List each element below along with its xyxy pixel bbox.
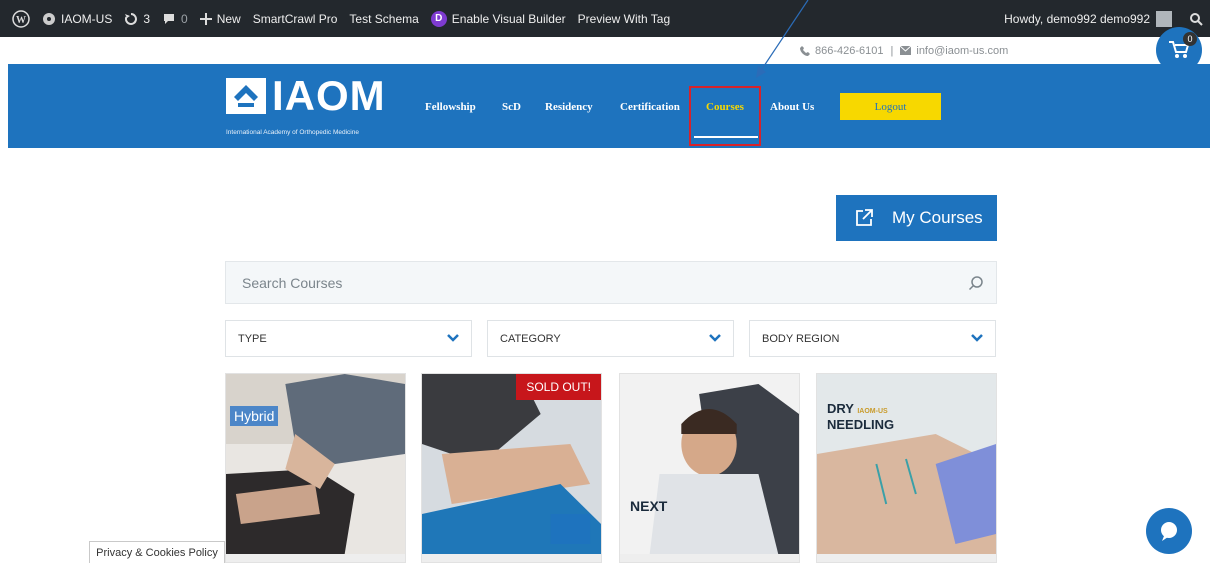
site-header: IAOM International Academy of Orthopedic… <box>8 64 1210 148</box>
body-region-filter-label: BODY REGION <box>762 332 840 345</box>
envelope-icon <box>900 46 912 55</box>
phone-number[interactable]: 866-426-6101 <box>815 45 884 57</box>
svg-text:W: W <box>16 15 26 26</box>
external-link-icon <box>856 209 873 226</box>
phone-icon <box>800 45 810 56</box>
my-courses-label: My Courses <box>892 208 983 227</box>
logout-button[interactable]: Logout <box>840 93 941 120</box>
wp-admin-bar: W IAOM-US 3 0 New SmartCrawl Pro Test Sc… <box>0 0 1210 37</box>
cart-count-badge: 0 <box>1183 32 1197 46</box>
type-filter-select[interactable]: TYPE <box>225 320 472 357</box>
course-image <box>422 374 601 554</box>
category-filter-label: CATEGORY <box>500 332 561 345</box>
sold-out-badge: SOLD OUT! <box>516 374 601 400</box>
new-label: New <box>216 11 241 26</box>
test-schema-menu[interactable]: Test Schema <box>349 0 418 37</box>
search-icon[interactable] <box>968 275 984 291</box>
comments-button[interactable]: 0 <box>162 0 188 37</box>
chevron-down-icon <box>971 334 983 342</box>
updates-count: 3 <box>143 11 151 26</box>
comments-count: 0 <box>181 11 188 26</box>
course-image <box>226 374 405 554</box>
logo-tagline: International Academy of Orthopedic Medi… <box>226 129 359 136</box>
course-image <box>620 374 799 554</box>
annotation-highlight-box <box>689 86 761 146</box>
contact-info: 866-426-6101 | info@iaom-us.com <box>800 37 1008 64</box>
contact-separator: | <box>890 44 894 57</box>
dashboard-icon <box>43 12 55 25</box>
course-card[interactable]: NEXT <box>619 373 800 563</box>
account-menu[interactable]: Howdy, demo992 demo992 <box>994 10 1182 27</box>
nav-certification[interactable]: Certification <box>620 101 680 113</box>
wordpress-logo-icon[interactable]: W <box>12 0 30 37</box>
search-courses-input[interactable]: Search Courses <box>225 261 997 304</box>
visual-builder-label: Enable Visual Builder <box>451 11 566 26</box>
site-logo[interactable]: IAOM International Academy of Orthopedic… <box>226 72 416 141</box>
chat-button[interactable] <box>1146 508 1192 554</box>
nav-about-us[interactable]: About Us <box>770 101 814 113</box>
visual-builder-button[interactable]: D Enable Visual Builder <box>430 0 566 37</box>
site-menu[interactable]: IAOM-US <box>42 0 112 37</box>
new-content-button[interactable]: New <box>199 0 241 37</box>
type-filter-label: TYPE <box>238 332 267 345</box>
updates-button[interactable]: 3 <box>124 0 150 37</box>
search-placeholder: Search Courses <box>242 274 343 291</box>
plus-icon <box>199 12 212 25</box>
search-icon <box>1190 12 1203 26</box>
site-name: IAOM-US <box>61 11 113 26</box>
nav-fellowship[interactable]: Fellowship <box>425 101 476 113</box>
card-badge: Hybrid <box>230 406 279 426</box>
my-courses-button[interactable]: My Courses <box>836 195 997 241</box>
divi-icon: D <box>430 10 447 27</box>
smartcrawl-menu[interactable]: SmartCrawl Pro <box>253 0 338 37</box>
nav-scd[interactable]: ScD <box>502 101 521 113</box>
howdy-text: Howdy, demo992 demo992 <box>1004 11 1150 26</box>
preview-with-tag-button[interactable]: Preview With Tag <box>578 0 670 37</box>
avatar <box>1156 10 1172 27</box>
card-badge: NEXT <box>630 498 668 514</box>
comment-icon <box>164 13 175 24</box>
updates-icon <box>125 12 138 25</box>
iaom-logo-icon <box>226 78 266 114</box>
course-card[interactable]: SOLD OUT! <box>421 373 602 563</box>
logo-wordmark: IAOM <box>272 72 386 119</box>
info-bar: 866-426-6101 | info@iaom-us.com <box>0 37 1210 64</box>
course-card[interactable]: DRY IAOM-US NEEDLING <box>816 373 997 563</box>
chat-bubble-icon <box>1161 522 1177 541</box>
email-address[interactable]: info@iaom-us.com <box>916 45 1008 57</box>
chevron-down-icon <box>447 334 459 342</box>
course-card[interactable]: Hybrid <box>225 373 406 563</box>
body-region-filter-select[interactable]: BODY REGION <box>749 320 996 357</box>
chevron-down-icon <box>709 334 721 342</box>
nav-residency[interactable]: Residency <box>545 101 593 113</box>
admin-search-button[interactable] <box>1182 12 1210 26</box>
privacy-policy-link[interactable]: Privacy & Cookies Policy <box>89 541 225 563</box>
category-filter-select[interactable]: CATEGORY <box>487 320 734 357</box>
card-badge: DRY IAOM-US NEEDLING <box>827 401 895 432</box>
